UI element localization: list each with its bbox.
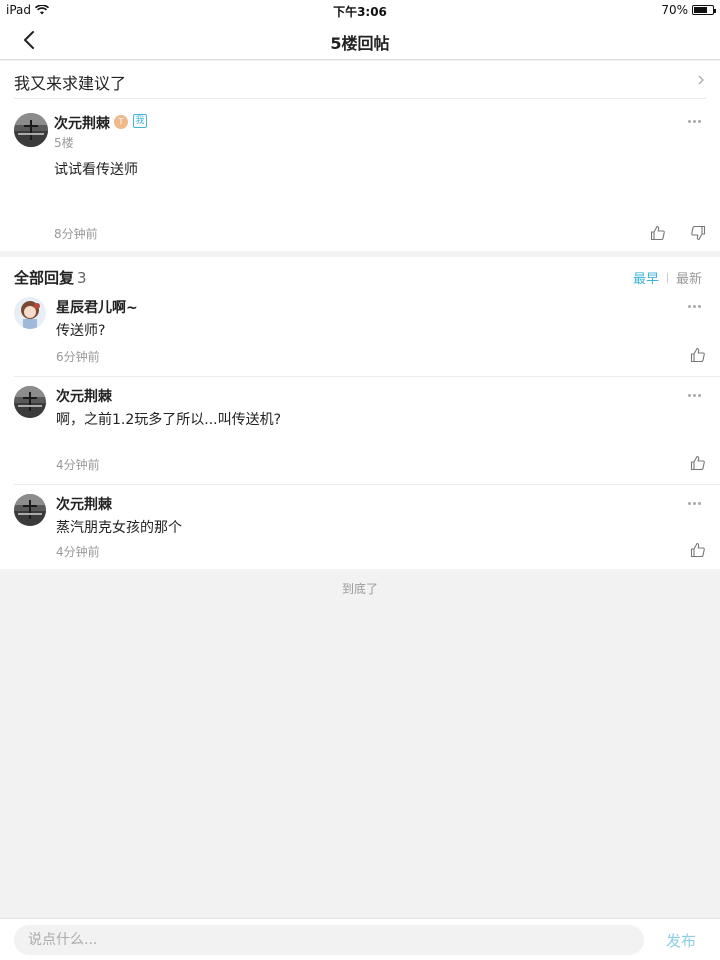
battery-percent: 70% [661,3,688,17]
divider [14,376,720,377]
status-right: 70% [661,3,716,17]
sort-toggle: 最早 最新 [633,268,702,287]
thumbs-down-icon[interactable] [690,225,706,241]
reply-composer: 发布 [0,918,720,960]
replies-label: 全部回复 [14,269,75,287]
more-icon[interactable] [688,120,702,124]
more-icon[interactable] [688,305,702,309]
replies-count: 3 [77,269,87,287]
more-icon[interactable] [688,394,702,398]
avatar[interactable] [14,297,46,329]
status-bar: iPad 下午3:06 70% [0,0,720,20]
post-time: 8分钟前 [54,227,98,241]
avatar[interactable] [14,386,46,418]
comment-input[interactable] [14,925,644,955]
main-post: 次元荆棘 T 我 5楼 试试看传送师 8分钟前 [0,99,720,251]
thumbs-up-icon[interactable] [690,347,706,363]
page-title: 5楼回帖 [330,34,390,53]
end-of-list-note: 到底了 [341,582,378,596]
sort-divider [666,272,668,283]
me-badge: 我 [133,114,147,128]
replies-section: 全部回复 3 最早 最新 星辰君儿啊~ 传送师? 6分钟前 次元荆棘 啊，之前1… [0,257,720,569]
sort-earliest-button[interactable]: 最早 [633,268,659,287]
reply-item: 次元荆棘 蒸汽朋克女孩的那个 4分钟前 [0,494,720,569]
replies-header: 全部回复 3 [14,267,87,288]
avatar[interactable] [14,494,46,526]
reply-text: 传送师? [56,323,106,339]
reply-text: 蒸汽朋克女孩的那个 [56,520,182,536]
divider [14,484,720,485]
reply-item: 次元荆棘 啊，之前1.2玩多了所以...叫传送机? 4分钟前 [0,386,720,486]
reply-time: 4分钟前 [56,458,100,472]
more-icon[interactable] [688,502,702,506]
reply-time: 6分钟前 [56,350,100,364]
send-button[interactable]: 发布 [666,930,696,951]
floor-number: 5楼 [54,136,74,150]
thumbs-up-icon[interactable] [690,455,706,471]
nav-bar: 5楼回帖 [0,20,720,60]
level-badge: T [114,115,128,129]
thumbs-up-icon[interactable] [650,225,666,241]
thread-title: 我又来求建议了 [14,74,127,93]
sort-latest-button[interactable]: 最新 [676,268,702,287]
post-content: 试试看传送师 [54,162,138,178]
reply-time: 4分钟前 [56,545,100,559]
thumbs-up-icon[interactable] [690,542,706,558]
battery-icon [692,5,716,15]
reply-item: 星辰君儿啊~ 传送师? 6分钟前 [0,297,720,377]
battery-fill [694,7,707,13]
username[interactable]: 次元荆棘 [56,386,112,406]
thread-link[interactable]: 我又来求建议了 [0,61,720,99]
avatar[interactable] [14,113,48,147]
username[interactable]: 次元荆棘 [54,113,110,133]
username[interactable]: 次元荆棘 [56,494,112,514]
chevron-right-icon [698,75,704,85]
status-time: 下午3:06 [333,5,387,19]
username[interactable]: 星辰君儿啊~ [56,297,138,317]
reply-text: 啊，之前1.2玩多了所以...叫传送机? [56,412,282,428]
